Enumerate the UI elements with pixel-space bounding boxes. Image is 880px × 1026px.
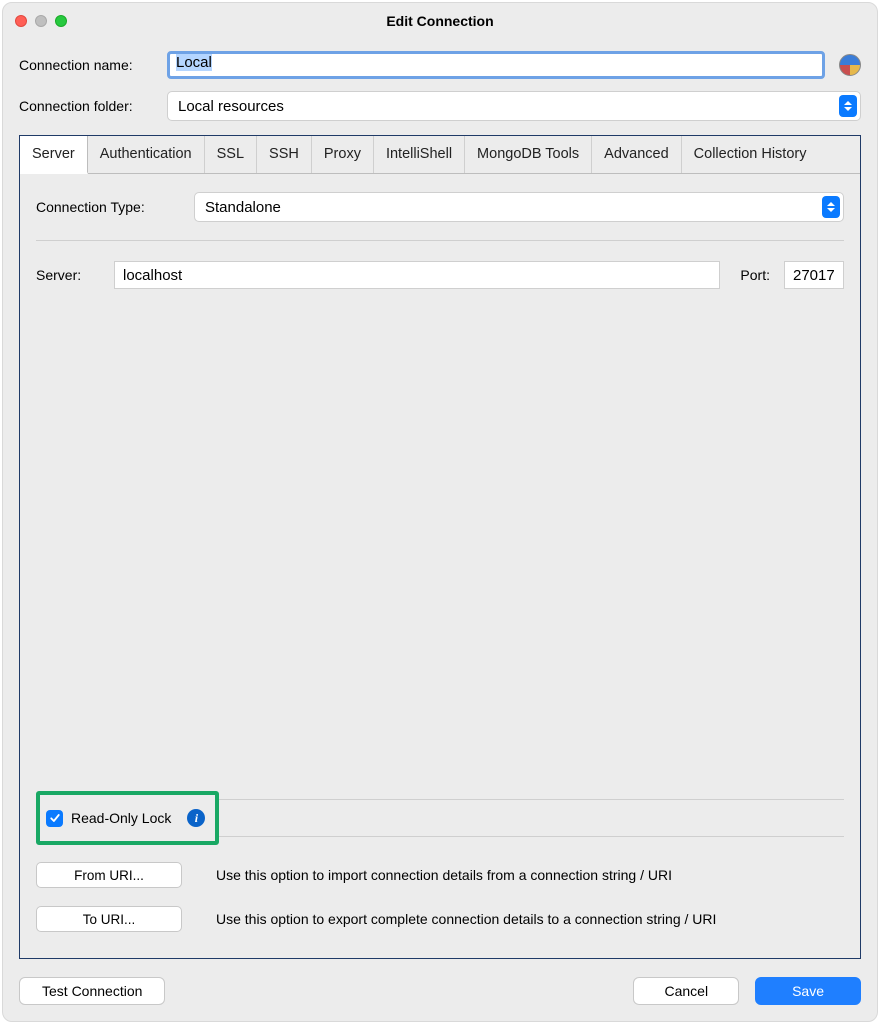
connection-folder-row: Connection folder: Local resources xyxy=(19,91,861,121)
tab-collection-history[interactable]: Collection History xyxy=(682,136,819,173)
server-port-input[interactable] xyxy=(784,261,844,289)
port-label: Port: xyxy=(740,267,770,283)
chevron-updown-icon xyxy=(839,95,857,117)
tab-intellishell[interactable]: IntelliShell xyxy=(374,136,465,173)
to-uri-row: To URI... Use this option to export comp… xyxy=(36,906,844,932)
tab-authentication[interactable]: Authentication xyxy=(88,136,205,173)
connection-type-label: Connection Type: xyxy=(36,199,186,215)
from-uri-description: Use this option to import connection det… xyxy=(216,867,672,883)
to-uri-button[interactable]: To URI... xyxy=(36,906,182,932)
connection-folder-label: Connection folder: xyxy=(19,98,159,114)
server-host-input[interactable] xyxy=(114,261,720,289)
connection-type-select[interactable]: Standalone xyxy=(194,192,844,222)
tab-proxy[interactable]: Proxy xyxy=(312,136,374,173)
server-row: Server: Port: xyxy=(36,261,844,289)
connection-folder-value: Local resources xyxy=(178,98,284,115)
window-title: Edit Connection xyxy=(3,13,877,29)
server-label: Server: xyxy=(36,267,106,283)
tab-body-server: Connection Type: Standalone Server: Port… xyxy=(20,174,860,958)
connection-name-value: Local xyxy=(176,54,212,71)
readonly-highlight: Read-Only Lock i xyxy=(36,791,219,845)
titlebar: Edit Connection xyxy=(3,3,877,39)
edit-connection-window: Edit Connection Connection name: Local C… xyxy=(2,2,878,1022)
tabs-bar: Server Authentication SSL SSH Proxy Inte… xyxy=(20,136,860,174)
tab-advanced[interactable]: Advanced xyxy=(592,136,682,173)
connection-type-row: Connection Type: Standalone xyxy=(36,192,844,222)
connection-name-input[interactable]: Local xyxy=(167,51,825,79)
tab-mongodb-tools[interactable]: MongoDB Tools xyxy=(465,136,592,173)
spacer xyxy=(36,289,844,792)
dialog-buttons: Test Connection Cancel Save xyxy=(19,977,861,1005)
readonly-checkbox[interactable] xyxy=(46,810,63,827)
divider xyxy=(36,240,844,241)
to-uri-description: Use this option to export complete conne… xyxy=(216,911,716,927)
tabs-frame: Server Authentication SSL SSH Proxy Inte… xyxy=(19,135,861,959)
tab-server[interactable]: Server xyxy=(20,136,88,174)
from-uri-button[interactable]: From URI... xyxy=(36,862,182,888)
connection-color-icon[interactable] xyxy=(839,54,861,76)
from-uri-row: From URI... Use this option to import co… xyxy=(36,862,844,888)
content-area: Connection name: Local Connection folder… xyxy=(3,39,877,1021)
readonly-row: Read-Only Lock i xyxy=(36,795,844,841)
connection-folder-select[interactable]: Local resources xyxy=(167,91,861,121)
connection-type-value: Standalone xyxy=(205,199,281,216)
test-connection-button[interactable]: Test Connection xyxy=(19,977,165,1005)
chevron-updown-icon xyxy=(822,196,840,218)
tab-ssl[interactable]: SSL xyxy=(205,136,257,173)
cancel-button[interactable]: Cancel xyxy=(633,977,739,1005)
connection-name-row: Connection name: Local xyxy=(19,51,861,79)
connection-name-label: Connection name: xyxy=(19,57,159,73)
info-icon[interactable]: i xyxy=(187,809,205,827)
check-icon xyxy=(49,812,61,824)
save-button[interactable]: Save xyxy=(755,977,861,1005)
tab-ssh[interactable]: SSH xyxy=(257,136,312,173)
readonly-label: Read-Only Lock xyxy=(71,810,171,826)
